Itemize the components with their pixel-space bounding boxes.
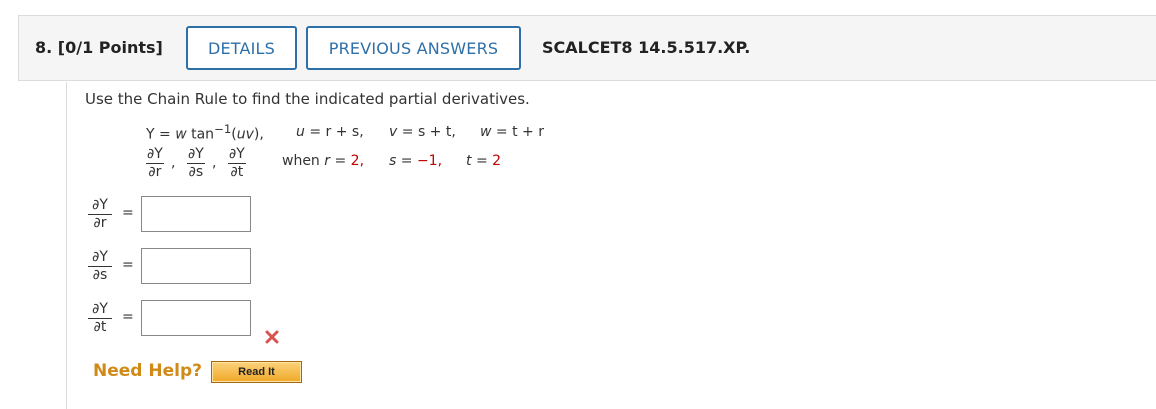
deriv-dy-dr: ∂Y ∂r xyxy=(146,146,164,180)
answer-label-dy-dt: ∂Y ∂t xyxy=(88,301,112,336)
answer-label-dy-dr: ∂Y ∂r xyxy=(88,197,112,232)
deriv-dy-dt: ∂Y ∂t xyxy=(228,146,246,180)
previous-answers-button[interactable]: PREVIOUS ANSWERS xyxy=(306,26,521,70)
given-s: s = −1, xyxy=(389,153,443,169)
need-help-label: Need Help? xyxy=(93,361,202,381)
equation-v: v = s + t, xyxy=(389,124,456,140)
question-header: 8. [0/1 Points] DETAILS PREVIOUS ANSWERS… xyxy=(18,15,1156,81)
answer-input-dy-ds[interactable] xyxy=(141,248,251,284)
incorrect-x-icon xyxy=(265,330,279,344)
details-button[interactable]: DETAILS xyxy=(186,26,297,70)
problem-instruction: Use the Chain Rule to find the indicated… xyxy=(85,90,530,108)
deriv-comma: , xyxy=(171,155,176,171)
answer-equals: = xyxy=(122,205,134,221)
question-number-points: 8. [0/1 Points] xyxy=(35,38,163,57)
deriv-dy-ds: ∂Y ∂s xyxy=(187,146,205,180)
given-t: t = 2 xyxy=(466,153,502,169)
read-it-button[interactable]: Read It xyxy=(211,361,302,383)
equation-w: w = t + r xyxy=(480,124,544,140)
answer-equals: = xyxy=(122,309,134,325)
answer-input-dy-dr[interactable] xyxy=(141,196,251,232)
equation-u: u = r + s, xyxy=(296,124,364,140)
answer-equals: = xyxy=(122,257,134,273)
answer-input-dy-dt[interactable] xyxy=(141,300,251,336)
content-divider xyxy=(66,82,67,409)
deriv-comma: , xyxy=(212,155,217,171)
answer-label-dy-ds: ∂Y ∂s xyxy=(88,249,112,284)
question-code: SCALCET8 14.5.517.XP. xyxy=(542,38,751,57)
equation-y: Y = w tan−1(uv), xyxy=(146,122,264,143)
given-values: when r = 2, xyxy=(282,153,365,169)
